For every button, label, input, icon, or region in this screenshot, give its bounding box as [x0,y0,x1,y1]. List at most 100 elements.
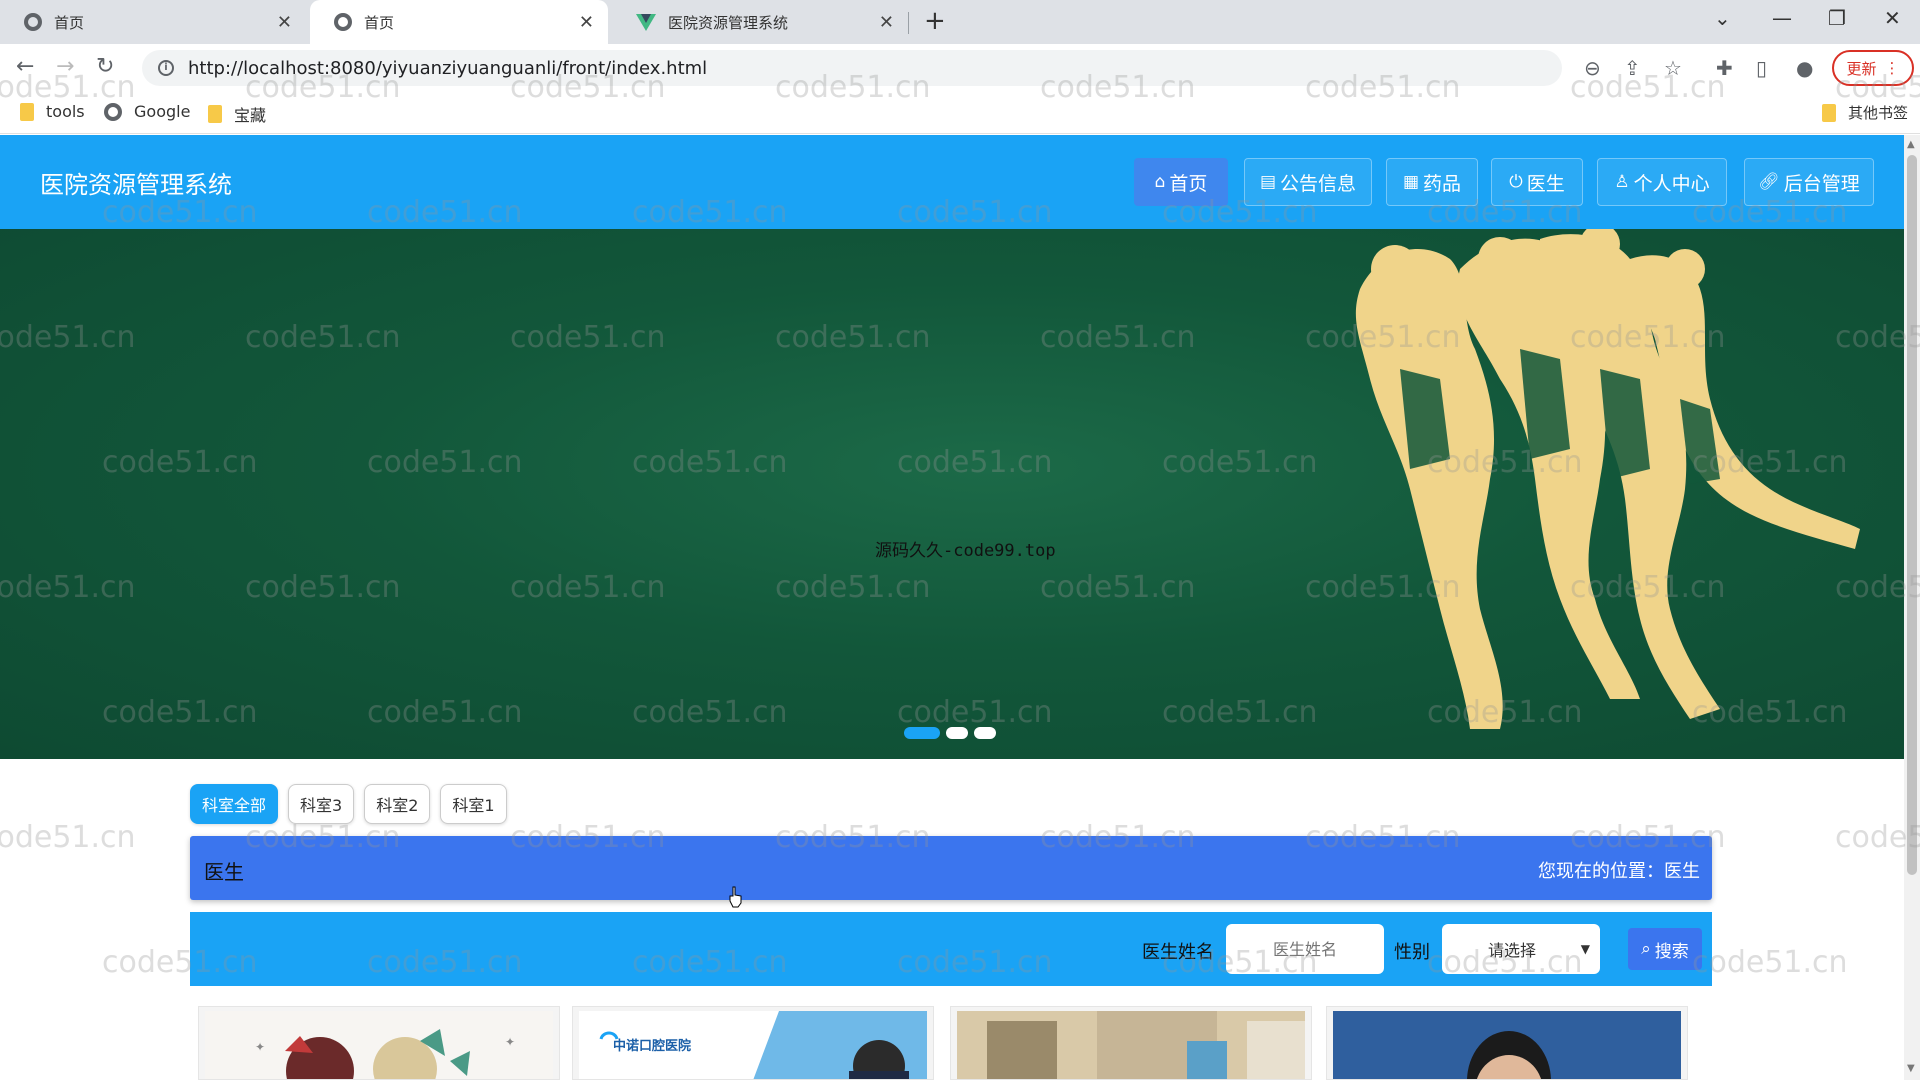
svg-text:✦: ✦ [505,1035,515,1049]
search-button[interactable]: ⌕ 搜索 [1628,928,1702,970]
tab-separator [908,12,909,34]
close-icon[interactable]: ✕ [277,12,292,33]
bookmark-label: 其他书签 [1848,104,1909,122]
share-icon[interactable]: ⇪ [1624,56,1641,80]
link-icon: 🔗︎ [1758,172,1780,192]
medicine-icon: ▦ [1402,172,1420,192]
other-bookmarks[interactable]: 其他书签 [1822,102,1908,123]
mouse-cursor-icon [729,886,742,908]
new-tab-button[interactable]: + [924,6,946,36]
close-icon[interactable]: ✕ [579,12,594,33]
bookmark-treasure[interactable]: 宝藏 [208,102,266,126]
dept-3-button[interactable]: 科室3 [288,784,355,824]
tab-label: 医院资源管理系统 [668,13,789,32]
browser-tab-1[interactable]: 首页 ✕ [0,0,306,44]
doctor-name-input[interactable] [1226,924,1384,974]
site-header: 医院资源管理系统 ⌂ 首页 ▤ 公告信息 ▦ 药品 ⏻ 医生 ♙ 个人中心 🔗︎… [0,135,1904,229]
page-scrollbar[interactable]: ▲ ▼ [1904,135,1920,1080]
scroll-up-icon[interactable]: ▲ [1907,139,1915,150]
search-bar: 医生姓名 性别 请选择 ▼ ⌕ 搜索 [190,912,1712,986]
browser-toolbar: ← → ↻ i http://localhost:8080/yiyuanziyu… [0,44,1920,92]
browser-tab-bar: 首页 ✕ 首页 ✕ 医院资源管理系统 ✕ + ⌄ — ❐ ✕ [0,0,1920,44]
forward-icon[interactable]: → [56,54,74,79]
nav-notice[interactable]: ▤ 公告信息 [1244,158,1372,206]
url-text: http://localhost:8080/yiyuanziyuanguanli… [188,57,708,79]
folder-icon [1822,103,1836,122]
profile-icon[interactable]: ● [1796,56,1813,80]
bookmark-star-icon[interactable]: ☆ [1664,56,1682,80]
gender-select[interactable]: 请选择 ▼ [1442,924,1600,974]
gender-label: 性别 [1394,942,1430,963]
nav-doctor[interactable]: ⏻ 医生 [1491,158,1583,206]
browser-tab-2[interactable]: 首页 ✕ [310,0,608,44]
globe-icon [334,13,352,31]
update-label: 更新 [1846,59,1877,78]
watermark-text: code51.cn [1692,945,1848,980]
carousel-dot-2[interactable] [946,727,968,739]
back-icon[interactable]: ← [16,54,34,79]
bookmark-tools[interactable]: tools [20,102,85,121]
tab-label: 首页 [54,13,85,32]
watermark-text: code51.cn [0,820,136,855]
carousel-dot-3[interactable] [974,727,996,739]
breadcrumb-prefix: 您现在的位置： [1538,861,1664,882]
search-icon: ⌕ [1641,939,1651,959]
info-icon[interactable]: i [158,60,174,76]
nav-profile[interactable]: ♙ 个人中心 [1597,158,1727,206]
minimize-icon[interactable]: — [1772,6,1792,30]
power-icon: ⏻ [1509,172,1523,192]
zoom-icon[interactable]: ⊖ [1584,56,1601,80]
folder-icon [20,102,34,121]
doctor-card[interactable] [1326,1006,1688,1080]
scrollbar-thumb[interactable] [1907,155,1917,875]
extensions-icon[interactable]: ✚ [1716,56,1733,80]
banner-caption: 源码久久-code99.top [875,541,1056,561]
nav-home[interactable]: ⌂ 首页 [1134,158,1228,206]
nav-label: 首页 [1169,172,1208,195]
dept-2-button[interactable]: 科室2 [364,784,431,824]
nav-label: 药品 [1423,172,1462,195]
carousel-dot-1[interactable] [904,727,940,739]
globe-icon [104,102,122,121]
breadcrumb-current: 医生 [1664,861,1700,882]
address-bar[interactable]: i http://localhost:8080/yiyuanziyuanguan… [142,50,1562,86]
vue-logo-icon [636,13,656,31]
bookmark-label: Google [134,102,191,121]
chevron-down-icon: ▼ [1580,942,1590,956]
update-button[interactable]: 更新 ⋮ [1832,50,1914,86]
dept-all-button[interactable]: 科室全部 [190,784,279,824]
folder-icon [208,105,222,123]
section-title-bar: 医生 您现在的位置：医生 [190,836,1712,900]
dept-1-button[interactable]: 科室1 [440,784,507,824]
banner-carousel[interactable]: 源码久久-code99.top [0,229,1904,759]
office-photo-image [957,1011,1305,1079]
notice-icon: ▤ [1259,172,1277,192]
nav-admin[interactable]: 🔗︎ 后台管理 [1744,158,1874,206]
nav-label: 个人中心 [1633,172,1710,195]
department-filter: 科室全部 科室3 科室2 科室1 [190,784,507,824]
doctor-card[interactable]: 中诺口腔医院 [572,1006,934,1080]
bookmark-label: 宝藏 [234,106,267,125]
bookmark-google[interactable]: Google [104,102,190,121]
tab-search-icon[interactable]: ⌄ [1714,6,1731,30]
svg-text:✦: ✦ [255,1040,265,1054]
basketball-players-image [1355,229,1860,729]
doctor-card[interactable]: ✦ ✦ [198,1006,560,1080]
reload-icon[interactable]: ↻ [96,54,114,79]
restore-icon[interactable]: ❐ [1828,6,1846,30]
user-icon: ♙ [1614,172,1630,192]
globe-icon [24,13,42,31]
close-icon[interactable]: ✕ [879,12,894,33]
nav-medicine[interactable]: ▦ 药品 [1386,158,1478,206]
site-title: 医院资源管理系统 [40,171,232,199]
scroll-down-icon[interactable]: ▼ [1907,1063,1915,1074]
bookmark-label: tools [46,102,85,121]
nav-label: 后台管理 [1783,172,1860,195]
side-panel-icon[interactable]: ▯ [1756,56,1767,80]
browser-tab-3[interactable]: 医院资源管理系统 ✕ [612,0,908,44]
doctor-card[interactable] [950,1006,1312,1080]
more-icon: ⋮ [1884,59,1900,77]
nav-label: 公告信息 [1280,172,1357,195]
gender-select-value: 请选择 [1488,941,1537,960]
window-close-icon[interactable]: ✕ [1884,6,1901,30]
